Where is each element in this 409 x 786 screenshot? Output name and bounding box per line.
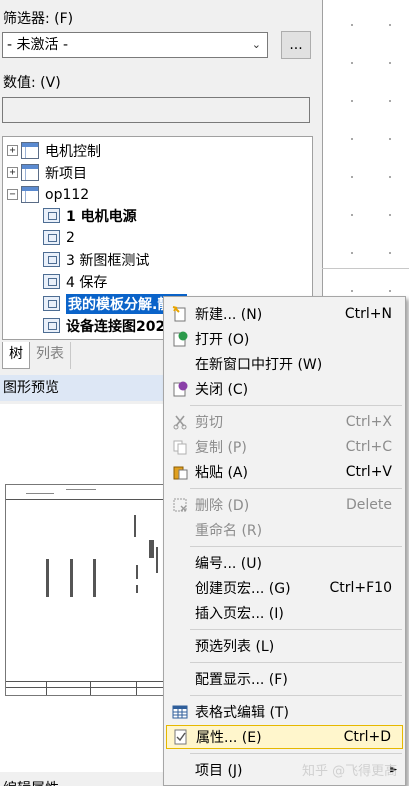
- menu-item-shortcut: Ctrl+V: [345, 464, 392, 480]
- menu-item-rename[interactable]: 重命名 (R): [166, 518, 403, 542]
- project-icon: [21, 142, 39, 159]
- menu-item-label: 新建... (N): [195, 307, 263, 323]
- menu-item-numbering[interactable]: 编号... (U): [166, 551, 403, 575]
- menu-separator: [190, 753, 402, 754]
- delete-icon: [172, 497, 188, 513]
- close-project-icon: [172, 381, 188, 397]
- tree-node-label: 1 电机电源: [66, 208, 137, 225]
- filter-select[interactable]: - 未激活 - ⌄: [2, 32, 268, 58]
- table-edit-icon: [172, 704, 188, 720]
- menu-item-label: 打开 (O): [195, 332, 250, 348]
- menu-separator: [190, 488, 402, 489]
- menu-item-label: 属性... (E): [196, 730, 262, 746]
- tree-node-project[interactable]: − op112: [7, 184, 89, 205]
- tree-node-label: 新项目: [45, 165, 87, 182]
- expand-icon[interactable]: +: [7, 167, 18, 178]
- page-icon: [43, 230, 60, 245]
- tree-node-page[interactable]: 设备连接图202: [43, 315, 165, 336]
- menu-item-shortcut: Ctrl+C: [345, 439, 392, 455]
- menu-item-close[interactable]: 关闭 (C): [166, 377, 403, 401]
- expand-icon[interactable]: +: [7, 145, 18, 156]
- canvas-divider: [322, 268, 409, 269]
- menu-item-label: 剪切: [195, 415, 223, 431]
- tree-node-label: 4 保存: [66, 274, 108, 291]
- menu-item-label: 预选列表 (L): [195, 639, 275, 655]
- menu-item-properties[interactable]: 属性... (E) Ctrl+D: [166, 725, 403, 749]
- menu-separator: [190, 662, 402, 663]
- page-icon: [43, 274, 60, 289]
- menu-item-create-page-macro[interactable]: 创建页宏... (G) Ctrl+F10: [166, 576, 403, 600]
- menu-item-copy[interactable]: 复制 (P) Ctrl+C: [166, 435, 403, 459]
- menu-item-label: 创建页宏... (G): [195, 581, 291, 597]
- collapse-icon[interactable]: −: [7, 189, 18, 200]
- tree-node-project[interactable]: + 新项目: [7, 162, 87, 183]
- page-icon: [43, 318, 60, 333]
- menu-item-label: 配置显示... (F): [195, 672, 288, 688]
- menu-item-cut[interactable]: 剪切 Ctrl+X: [166, 410, 403, 434]
- project-icon: [21, 164, 39, 181]
- menu-separator: [190, 629, 402, 630]
- menu-item-new[interactable]: 新建... (N) Ctrl+N: [166, 302, 403, 326]
- menu-separator: [190, 695, 402, 696]
- watermark: 知乎 @飞得更高: [302, 764, 398, 779]
- menu-item-shortcut: Ctrl+F10: [329, 580, 392, 596]
- menu-item-label: 在新窗口中打开 (W): [195, 357, 323, 373]
- open-icon: [172, 331, 188, 347]
- project-icon: [21, 186, 39, 203]
- menu-item-label: 复制 (P): [195, 440, 247, 456]
- chevron-down-icon: ⌄: [251, 38, 261, 51]
- menu-item-preselection-list[interactable]: 预选列表 (L): [166, 634, 403, 658]
- page-icon: [43, 252, 60, 267]
- page-icon: [43, 296, 60, 311]
- menu-item-configure-display[interactable]: 配置显示... (F): [166, 667, 403, 691]
- context-menu: 新建... (N) Ctrl+N 打开 (O) 在新窗口中打开 (W) 关闭 (…: [163, 296, 406, 786]
- menu-item-insert-page-macro[interactable]: 插入页宏... (I): [166, 601, 403, 625]
- tree-node-project[interactable]: + 电机控制: [7, 140, 101, 161]
- menu-separator: [190, 405, 402, 406]
- menu-item-shortcut: Ctrl+N: [344, 306, 392, 322]
- menu-item-shortcut: Delete: [346, 497, 392, 513]
- tree-node-label: 设备连接图202: [66, 318, 166, 335]
- tree-node-page[interactable]: 2: [43, 227, 75, 248]
- tree-node-label: 电机控制: [45, 143, 101, 160]
- menu-item-shortcut: Ctrl+D: [343, 729, 391, 745]
- tree-node-label: 2: [66, 229, 75, 246]
- menu-item-delete[interactable]: 删除 (D) Delete: [166, 493, 403, 517]
- menu-item-label: 粘贴 (A): [195, 465, 248, 481]
- tab-list[interactable]: 列表: [30, 342, 71, 369]
- cut-icon: [172, 414, 188, 430]
- tree-node-page[interactable]: 4 保存: [43, 271, 107, 292]
- tree-node-page[interactable]: 1 电机电源: [43, 205, 137, 226]
- copy-icon: [172, 439, 188, 455]
- paste-icon: [172, 464, 188, 480]
- filter-selected-value: - 未激活 -: [7, 37, 69, 53]
- menu-item-open[interactable]: 打开 (O): [166, 327, 403, 351]
- filter-more-button[interactable]: ...: [281, 31, 311, 59]
- page-thumbnail: [5, 484, 165, 696]
- page-icon: [43, 208, 60, 223]
- menu-item-label: 重命名 (R): [195, 523, 263, 539]
- menu-separator: [190, 546, 402, 547]
- menu-item-table-edit[interactable]: 表格式编辑 (T): [166, 700, 403, 724]
- value-label: 数值: (V): [3, 75, 61, 91]
- menu-item-open-new-window[interactable]: 在新窗口中打开 (W): [166, 352, 403, 376]
- tab-tree[interactable]: 树: [2, 342, 30, 369]
- menu-item-label: 关闭 (C): [195, 382, 249, 398]
- menu-item-paste[interactable]: 粘贴 (A) Ctrl+V: [166, 460, 403, 484]
- properties-icon: [173, 729, 189, 745]
- menu-item-label: 表格式编辑 (T): [195, 705, 289, 721]
- menu-item-label: 编号... (U): [195, 556, 262, 572]
- new-icon: [172, 306, 188, 322]
- menu-item-shortcut: Ctrl+X: [345, 414, 392, 430]
- menu-item-label: 删除 (D): [195, 498, 250, 514]
- filter-label: 筛选器: (F): [3, 11, 74, 27]
- tree-node-page[interactable]: 3 新图框测试: [43, 249, 149, 270]
- menu-item-label: 项目 (J): [195, 763, 243, 779]
- value-input[interactable]: [2, 97, 310, 123]
- tree-node-label: 3 新图框测试: [66, 252, 150, 269]
- tree-node-label: op112: [45, 186, 90, 203]
- menu-item-label: 插入页宏... (I): [195, 606, 284, 622]
